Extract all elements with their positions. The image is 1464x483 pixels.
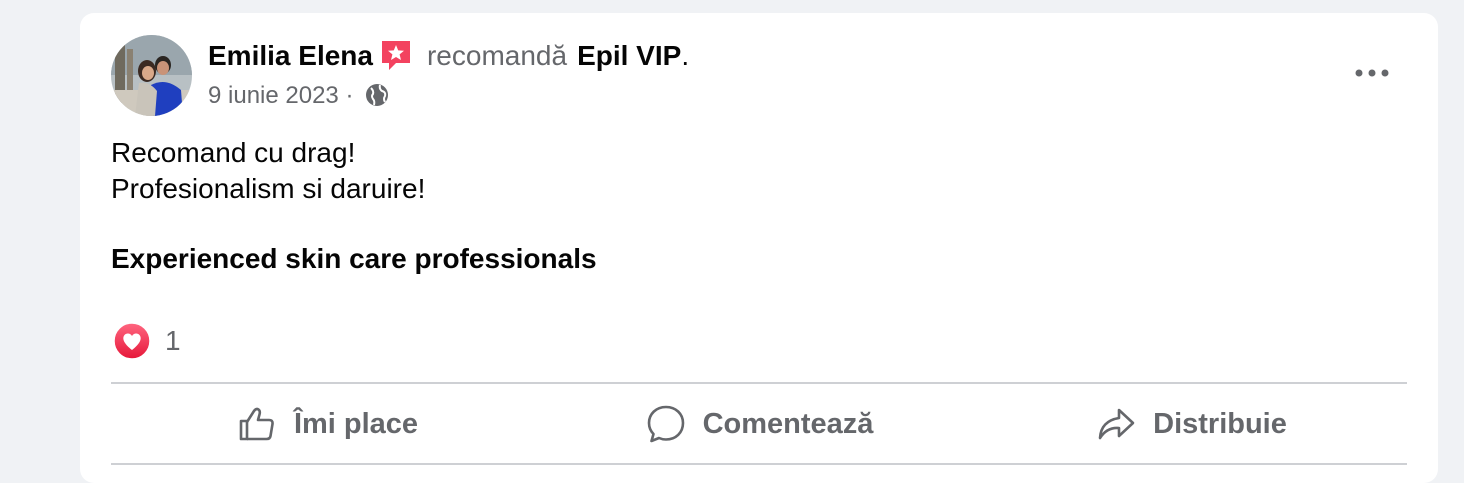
thumbs-up-icon [239, 407, 274, 441]
reactions-summary[interactable]: 1 [113, 321, 181, 361]
post-header: Emilia Elena recomandă Epil VIP. [208, 38, 689, 74]
more-dots-icon [1355, 69, 1389, 77]
page-name-link[interactable]: Epil VIP [577, 40, 681, 71]
share-arrow-icon [1098, 408, 1135, 440]
meta-separator: · [345, 82, 354, 109]
avatar[interactable] [111, 35, 192, 116]
more-options-button[interactable] [1350, 57, 1394, 89]
post-body: Recomand cu drag! Profesionalism si daru… [111, 135, 425, 207]
share-button[interactable]: Distribuie [975, 385, 1407, 463]
post-meta: 9 iunie 2023 · [208, 81, 390, 111]
action-bar: Îmi place Comentează Distribuie [111, 385, 1407, 463]
post-card: Emilia Elena recomandă Epil VIP. 9 iunie … [80, 13, 1438, 483]
like-button[interactable]: Îmi place [111, 385, 543, 463]
comment-button[interactable]: Comentează [543, 385, 975, 463]
recommend-icon [379, 38, 413, 72]
page-name-suffix: . [681, 40, 690, 71]
love-reaction-icon [113, 322, 151, 360]
post-text-line: Recomand cu drag! [111, 137, 356, 168]
author-name[interactable]: Emilia Elena [208, 40, 373, 71]
comment-icon [647, 405, 684, 443]
recommendation-tag: Experienced skin care professionals [111, 243, 597, 274]
avatar-photo [111, 35, 192, 116]
like-label: Îmi place [293, 407, 419, 440]
post-date[interactable]: 9 iunie 2023 [208, 82, 339, 109]
reaction-count: 1 [165, 325, 181, 356]
recommends-text: recomandă [426, 40, 568, 71]
globe-icon [364, 82, 390, 108]
comment-label: Comentează [702, 407, 874, 440]
post-text-line: Profesionalism si daruire! [111, 173, 426, 204]
divider [111, 463, 1407, 465]
share-label: Distribuie [1153, 407, 1287, 440]
divider [111, 382, 1407, 384]
